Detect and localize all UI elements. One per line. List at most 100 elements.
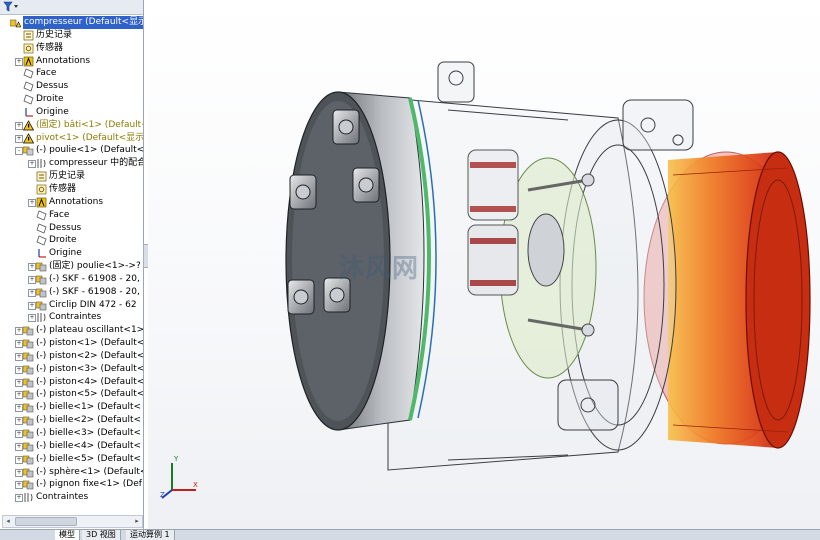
- tree-item[interactable]: + (固定) poulie<1>->?: [0, 260, 143, 273]
- expand-icon[interactable]: +: [15, 365, 23, 374]
- expand-icon[interactable]: +: [15, 468, 23, 477]
- tree-item[interactable]: + (-) bielle<2> (Default<: [0, 414, 143, 427]
- tree-item[interactable]: + (-) SKF - 61908 - 20,: [0, 273, 143, 286]
- tree-item[interactable]: + (-) sphère<1> (Default<: [0, 466, 143, 479]
- tree-item[interactable]: + Contraintes: [0, 311, 143, 324]
- part-warning-icon: [22, 120, 35, 131]
- tree-item[interactable]: Droite: [0, 234, 143, 247]
- expand-icon[interactable]: +: [28, 288, 36, 297]
- tree-item[interactable]: Dessus: [0, 80, 143, 93]
- scrollbar-thumb[interactable]: [15, 517, 77, 526]
- tree-item[interactable]: + pivot<1> (Default<显示: [0, 132, 143, 145]
- tree-item-label: (-) SKF - 61908 - 20,: [49, 286, 140, 297]
- tree-item[interactable]: + compresseur 中的配合: [0, 157, 143, 170]
- tree-item-label: Circlip DIN 472 - 62: [49, 299, 137, 310]
- tree-item-label: Origine: [49, 248, 82, 259]
- history-icon: [23, 30, 34, 41]
- mates-icon: [23, 492, 34, 503]
- scroll-left-arrow-icon[interactable]: ◂: [3, 516, 13, 527]
- expand-icon[interactable]: +: [15, 455, 23, 464]
- tree-item[interactable]: + (-) bielle<5> (Default<: [0, 453, 143, 466]
- expand-icon[interactable]: +: [15, 391, 23, 400]
- tree-item-label: compresseur (Default<显示: [23, 16, 143, 29]
- subassembly-icon: [22, 145, 34, 156]
- tree-item[interactable]: Origine: [0, 247, 143, 260]
- collapse-icon[interactable]: -: [15, 147, 23, 156]
- part-icon: [22, 364, 34, 375]
- tree-item[interactable]: + (-) plateau oscillant<1>: [0, 324, 143, 337]
- expand-icon[interactable]: +: [28, 275, 36, 284]
- tree-item-label: (-) piston<1> (Default<: [36, 338, 144, 349]
- tree-item-label: (-) bielle<4> (Default<: [36, 440, 142, 451]
- triad-x-label: X: [193, 481, 198, 489]
- part-icon: [22, 467, 34, 478]
- expand-icon[interactable]: +: [28, 314, 36, 323]
- expand-icon[interactable]: +: [15, 404, 23, 413]
- expand-icon[interactable]: +: [15, 417, 23, 426]
- tree-item-label: pivot<1> (Default<显示: [36, 132, 144, 143]
- tree-item-label: Face: [49, 209, 70, 220]
- expand-icon[interactable]: +: [15, 121, 23, 130]
- expand-icon[interactable]: +: [28, 263, 36, 272]
- tree-item[interactable]: Droite: [0, 93, 143, 106]
- tree-item[interactable]: + (-) piston<5> (Default<: [0, 388, 143, 401]
- tree-item[interactable]: + (-) bielle<1> (Default<: [0, 401, 143, 414]
- expand-icon[interactable]: +: [15, 494, 23, 503]
- tree-item[interactable]: compresseur (Default<显示: [0, 16, 143, 29]
- expand-icon[interactable]: +: [15, 378, 23, 387]
- tree-item[interactable]: + (-) piston<2> (Default<: [0, 350, 143, 363]
- expand-icon[interactable]: +: [28, 301, 36, 310]
- expand-icon[interactable]: +: [15, 327, 23, 336]
- tree-item[interactable]: + Annotations: [0, 196, 143, 209]
- bolt: [287, 279, 315, 315]
- tree-item[interactable]: Dessus: [0, 222, 143, 235]
- tree-item-label: (-) pignon fixe<1> (Def: [36, 479, 142, 490]
- expand-icon[interactable]: +: [15, 430, 23, 438]
- tree-item-label: Face: [36, 68, 57, 79]
- expand-icon[interactable]: +: [15, 481, 23, 490]
- tree-item[interactable]: + (-) bielle<3> (Default<: [0, 427, 143, 440]
- part-icon: [22, 389, 34, 400]
- expand-icon[interactable]: +: [15, 134, 23, 143]
- tree-item[interactable]: + (-) pignon fixe<1> (Def: [0, 478, 143, 491]
- tree-item[interactable]: + (固定) bâti<1> (Default<: [0, 119, 143, 132]
- tree-item[interactable]: + Annotations: [0, 55, 143, 68]
- tree-item[interactable]: 传感器: [0, 42, 143, 55]
- tree-item[interactable]: Face: [0, 209, 143, 222]
- scroll-right-arrow-icon[interactable]: ▸: [132, 516, 142, 527]
- expand-icon[interactable]: +: [15, 352, 23, 361]
- part-icon: [22, 454, 34, 465]
- filter-icon[interactable]: [3, 1, 19, 12]
- tree-item[interactable]: 历史记录: [0, 170, 143, 183]
- mates-icon: [36, 312, 47, 323]
- graphics-viewport[interactable]: 沐风网 Y X Z: [148, 0, 820, 529]
- horizontal-scrollbar[interactable]: ◂ ▸: [2, 515, 143, 528]
- part-icon: [22, 338, 34, 349]
- tree-item[interactable]: + (-) piston<4> (Default<: [0, 376, 143, 389]
- tree-item-label: (-) bielle<1> (Default<: [36, 402, 142, 413]
- tree-item[interactable]: 历史记录: [0, 29, 143, 42]
- tree-item[interactable]: + (-) piston<3> (Default<: [0, 363, 143, 376]
- tree-item[interactable]: + (-) bielle<4> (Default<: [0, 440, 143, 453]
- tree-item-label: 历史记录: [49, 171, 86, 182]
- tree-item[interactable]: + (-) piston<1> (Default<: [0, 337, 143, 350]
- annotations-icon: [23, 56, 34, 67]
- expand-icon[interactable]: +: [28, 198, 36, 207]
- part-icon: [22, 479, 34, 490]
- tree-item-label: (-) poulie<1> (Default<: [36, 145, 144, 156]
- tree-item[interactable]: Origine: [0, 106, 143, 119]
- tree-item[interactable]: + Contraintes: [0, 491, 143, 504]
- expand-icon[interactable]: +: [15, 442, 23, 451]
- tree-item-label: Contraintes: [49, 312, 102, 323]
- tree-item[interactable]: + (-) SKF - 61908 - 20,: [0, 286, 143, 299]
- expand-icon[interactable]: +: [15, 340, 23, 349]
- part-icon: [35, 261, 47, 272]
- expand-icon[interactable]: +: [15, 57, 23, 66]
- tree-item[interactable]: - (-) poulie<1> (Default<: [0, 144, 143, 157]
- origin-icon: [23, 107, 34, 118]
- tree-item[interactable]: + Circlip DIN 472 - 62: [0, 299, 143, 312]
- tree-item[interactable]: Face: [0, 67, 143, 80]
- tree-item[interactable]: 传感器: [0, 183, 143, 196]
- part-icon: [22, 325, 34, 336]
- expand-icon[interactable]: +: [28, 160, 36, 169]
